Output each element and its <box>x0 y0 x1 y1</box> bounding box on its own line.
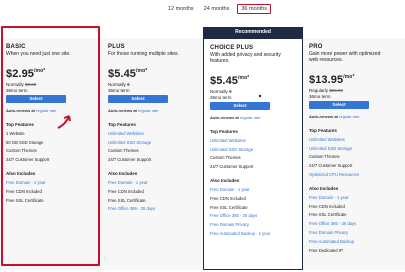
term-length: 36mo term <box>210 94 232 100</box>
plan-name: PRO <box>309 44 323 50</box>
feature-item: Free Dedicated IP <box>309 247 343 253</box>
feature-item[interactable]: Free Domain - 1 year <box>210 187 302 192</box>
feature-item[interactable]: Free Automated Backup <box>309 239 405 244</box>
feature-item: Free SSL Certificate <box>309 212 347 218</box>
plan-price: $5.45/mo* <box>108 68 148 80</box>
auto-renew-note: Auto-renews at regular rate <box>108 108 159 113</box>
select-choice-plus-button[interactable]: Select <box>210 102 270 110</box>
auto-renew-note: Auto-renews at regular rate <box>6 108 57 113</box>
feature-item[interactable]: Unlimited SSD Storage <box>108 140 203 145</box>
feature-item[interactable]: Free Office 365 - 30 days <box>108 206 203 211</box>
feature-item: Free CDN Included <box>6 188 42 194</box>
feature-item[interactable]: Unlimited SSD Storage <box>309 146 405 151</box>
feature-item[interactable]: Unlimited Websites <box>108 131 203 136</box>
top-features-heading: Top Features <box>108 122 136 127</box>
feature-item: Custom Themes <box>309 154 340 160</box>
feature-item: Free SSL Certificate <box>108 197 146 203</box>
normal-price: Regularly $26.99 <box>309 88 344 93</box>
plan-description: With added privacy and security features… <box>210 52 281 64</box>
feature-item: 24/7 Customer Support <box>6 157 50 163</box>
recommended-banner: Recommended <box>203 27 303 38</box>
feature-item[interactable]: Free Automated Backup - 1 year <box>210 231 302 236</box>
feature-item: 24/7 Customer Support <box>309 163 353 169</box>
select-pro-button[interactable]: Select <box>309 101 369 109</box>
also-includes-heading: Also Includes <box>6 171 36 177</box>
feature-item: Custom Themes <box>210 155 241 161</box>
plan-price: $5.45/mo* <box>210 75 250 87</box>
plan-description: Gain more power with optimized web resou… <box>309 51 381 63</box>
select-plus-button[interactable]: Select <box>108 95 168 103</box>
feature-item: Free CDN Included <box>108 188 144 194</box>
feature-item: Free SSL Certificate <box>6 197 44 203</box>
also-includes-heading: Also Includes <box>108 171 138 177</box>
also-includes-heading: Also Includes <box>309 185 339 191</box>
plan-name: CHOICE PLUS <box>210 45 254 51</box>
auto-renew-note: Auto-renews at regular rate <box>210 115 261 120</box>
plan-description: For those running multiple sites. <box>108 51 179 57</box>
feature-item: 1 Website <box>6 130 25 136</box>
feature-item[interactable]: Unlimited SSD Storage <box>210 147 302 152</box>
regular-rate-link[interactable]: regular rate <box>339 114 359 119</box>
plan-card-basic: BASIC When you need just one site. $2.95… <box>0 38 102 270</box>
regular-rate-link[interactable]: regular rate <box>138 108 158 113</box>
plan-name: PLUS <box>108 44 125 50</box>
select-basic-button[interactable]: Select <box>6 95 66 103</box>
feature-item: Free CDN Included <box>309 203 345 209</box>
top-features-heading: Top Features <box>6 122 34 127</box>
normal-price: Normally $8.99 <box>6 82 37 87</box>
term-tabs: 12 months 24 months 36 months <box>166 4 272 14</box>
feature-item[interactable]: Free Domain Privacy <box>309 230 405 235</box>
also-includes-heading: Also Includes <box>210 178 240 184</box>
top-features-heading: Top Features <box>210 129 238 134</box>
feature-item: 24/7 Customer Support <box>210 164 254 170</box>
feature-item[interactable]: Free Domain Privacy <box>210 222 302 227</box>
feature-item: Custom Themes <box>6 148 37 154</box>
term-length: 36mo term <box>309 93 331 99</box>
tab-24-months[interactable]: 24 months <box>202 5 232 13</box>
feature-item: Free SSL Certificate <box>210 204 248 210</box>
term-length: 36mo term <box>6 87 28 93</box>
feature-item[interactable]: Free Domain - 1 year <box>309 195 405 200</box>
feature-item[interactable]: Free Domain - 1 year <box>108 180 203 185</box>
plan-price: $13.95/mo* <box>309 74 355 86</box>
feature-item[interactable]: Free Domain - 1 year <box>6 180 102 185</box>
plan-card-pro: PRO Gain more power with optimized web r… <box>303 38 405 270</box>
feature-item[interactable]: Unlimited Websites <box>210 138 302 143</box>
auto-renew-note: Auto-renews at regular rate <box>309 114 360 119</box>
feature-item: 50 GB SSD Storage <box>6 139 44 145</box>
plan-card-choice-plus: CHOICE PLUS With added privacy and secur… <box>203 38 303 270</box>
plan-card-plus: PLUS For those running multiple sites. $… <box>102 38 203 270</box>
feature-item: 24/7 Customer Support <box>108 157 152 163</box>
feature-item[interactable]: Free Office 365 - 30 days <box>309 221 405 226</box>
regular-rate-link[interactable]: regular rate <box>36 108 56 113</box>
tab-36-months[interactable]: 36 months <box>237 4 272 14</box>
regular-rate-link[interactable]: regular rate <box>240 115 260 120</box>
top-features-heading: Top Features <box>309 128 337 133</box>
plan-price: $2.95/mo* <box>6 68 46 80</box>
plan-description: When you need just one site. <box>6 51 71 57</box>
feature-item[interactable]: Optimized CPU Resources <box>309 172 405 177</box>
term-length: 36mo term <box>108 87 130 93</box>
plan-name: BASIC <box>6 44 26 50</box>
feature-item[interactable]: Unlimited Websites <box>309 137 405 142</box>
normal-price: Normally $ <box>210 89 232 94</box>
feature-item[interactable]: Free Office 365 - 30 days <box>210 213 302 218</box>
tab-12-months[interactable]: 12 months <box>166 5 196 13</box>
normal-price: Normally $ <box>108 82 130 87</box>
feature-item: Free CDN Included <box>210 195 246 201</box>
feature-item: Custom Themes <box>108 148 139 154</box>
